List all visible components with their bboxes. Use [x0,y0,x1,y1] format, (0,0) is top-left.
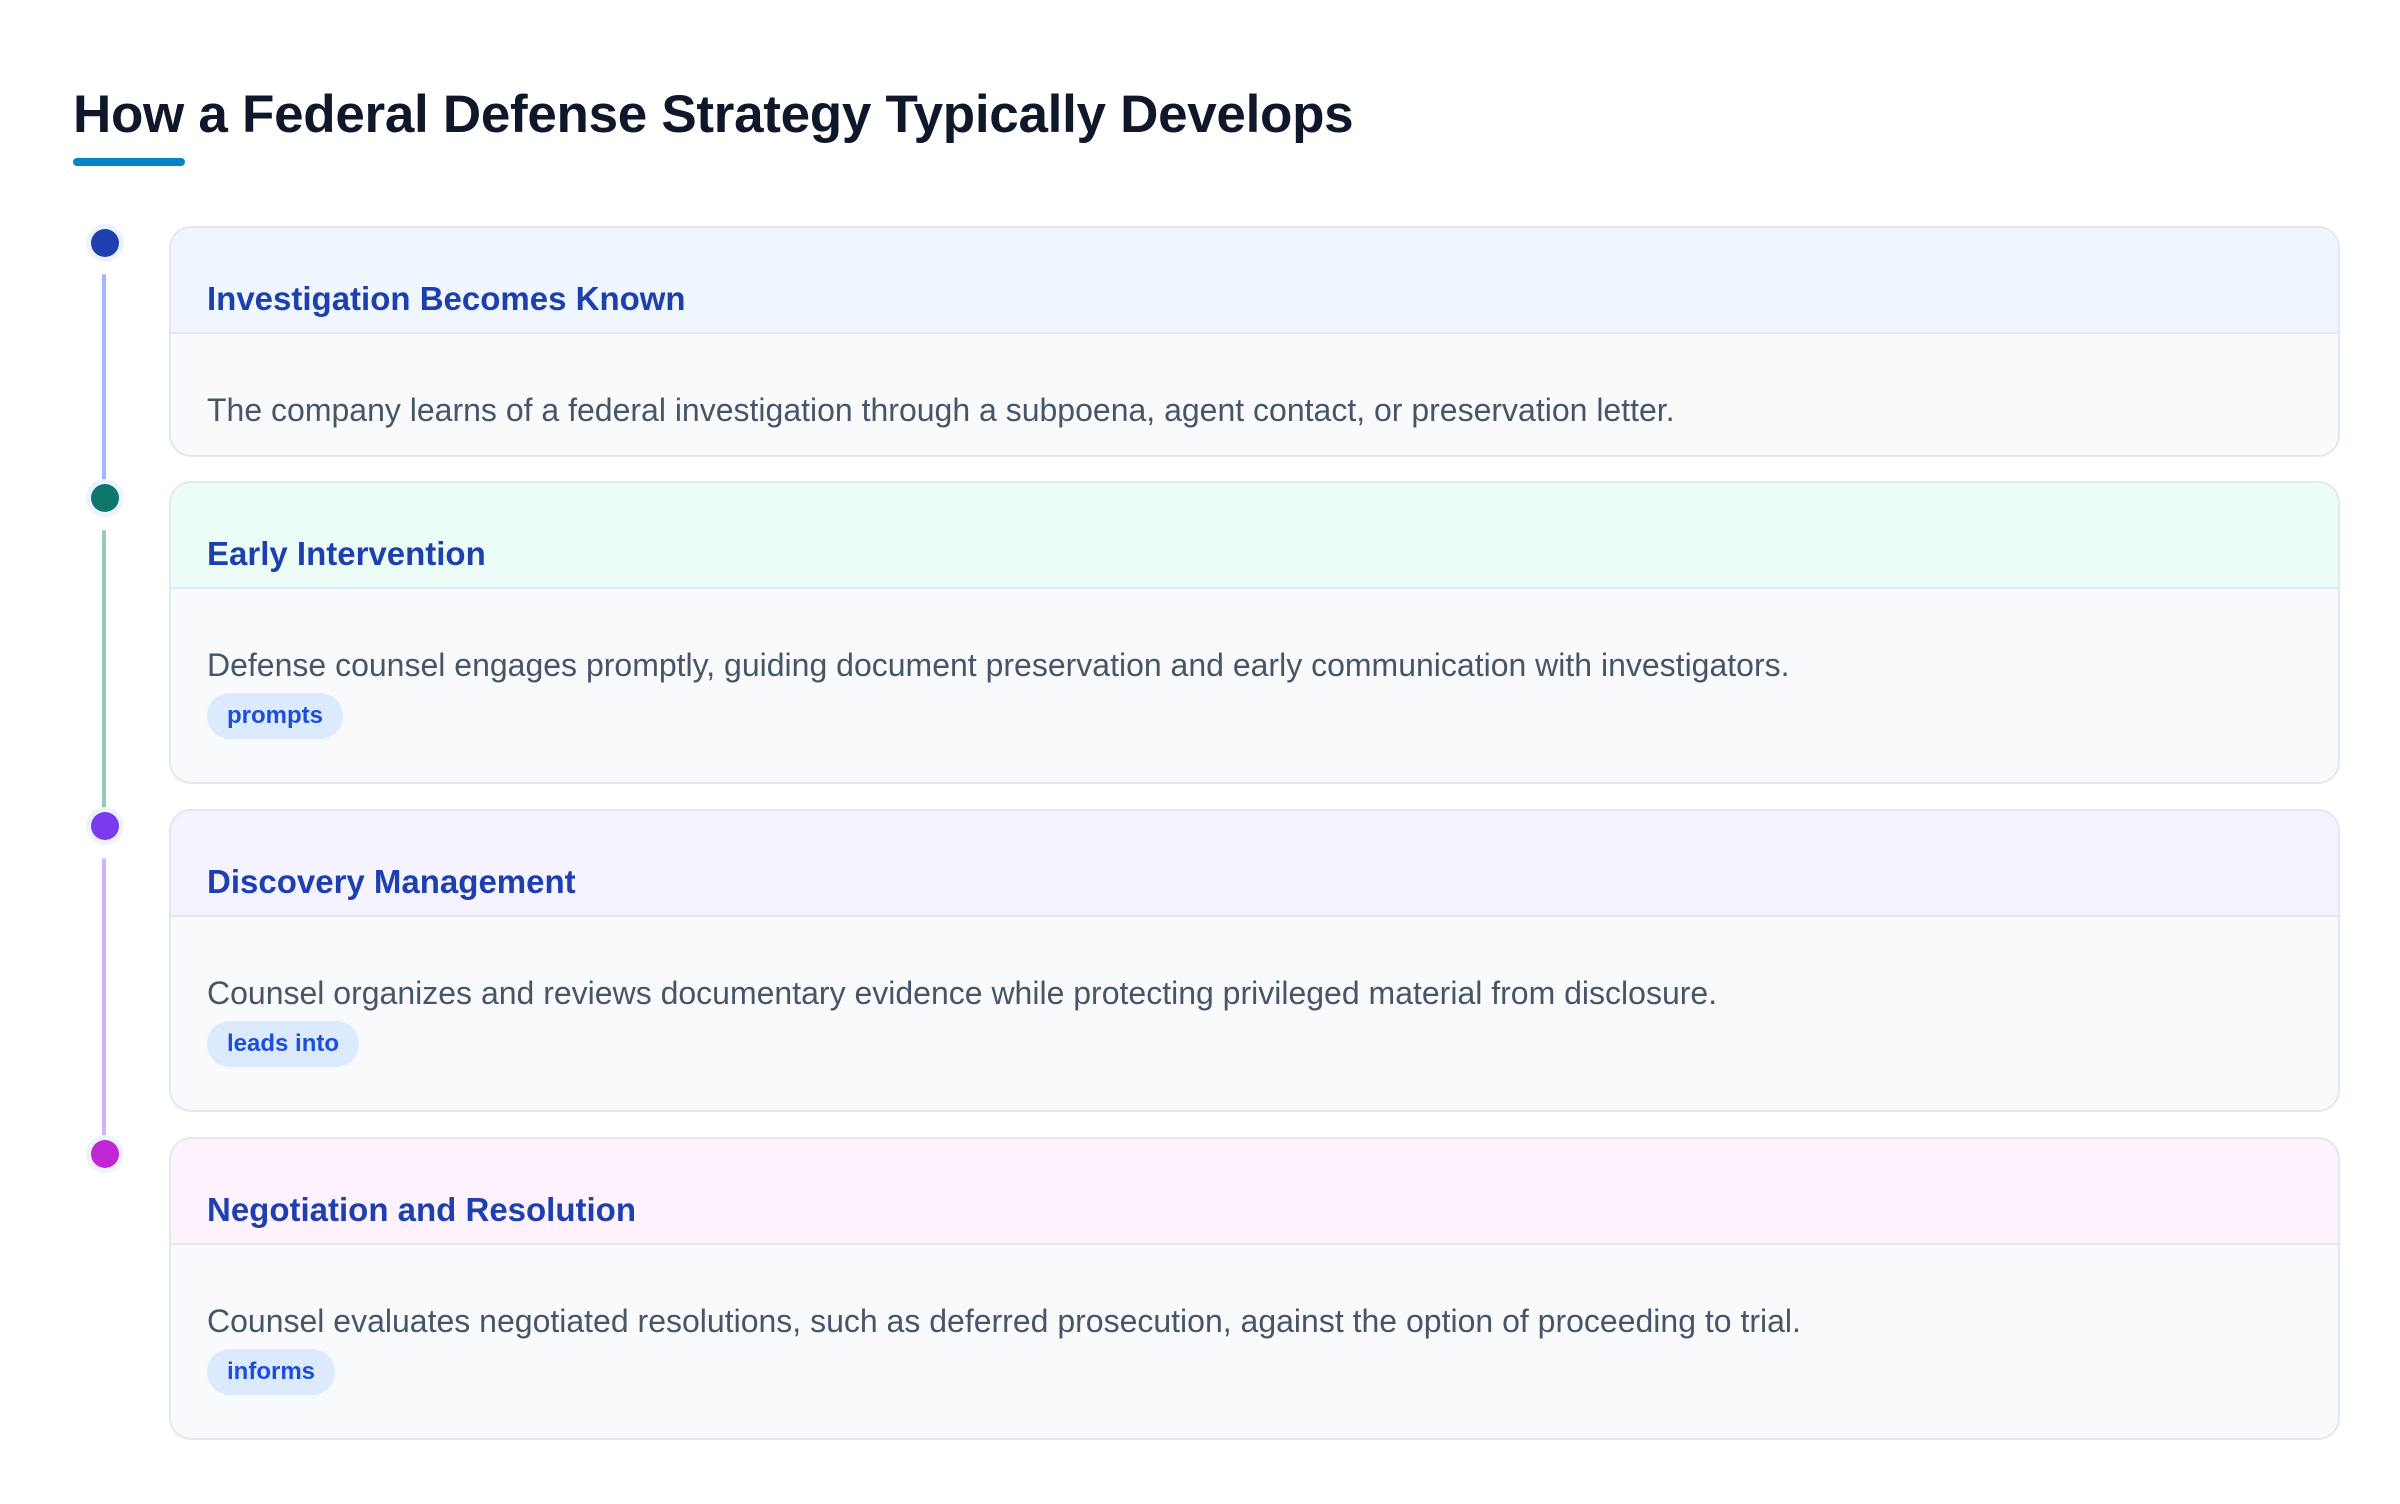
timeline-connector-3 [102,858,106,1140]
step-card-body: Defense counsel engages promptly, guidin… [171,589,2338,739]
step-card-body: Counsel organizes and reviews documentar… [171,917,2338,1067]
step-card-1: Investigation Becomes Known The company … [169,226,2340,457]
step-card-header: Early Intervention [171,483,2338,589]
step-card-4: Negotiation and Resolution Counsel evalu… [169,1137,2340,1440]
timeline: Investigation Becomes Known The company … [0,0,2400,1504]
step-card-2: Early Intervention Defense counsel engag… [169,481,2340,784]
step-card-header: Discovery Management [171,811,2338,917]
timeline-dot-1 [91,229,119,257]
timeline-connector-2 [102,530,106,812]
step-description: Counsel organizes and reviews documentar… [207,975,1718,1011]
timeline-dot-2 [91,484,119,512]
step-card-body: The company learns of a federal investig… [171,334,2338,430]
relationship-tag: informs [207,1349,336,1395]
step-title: Early Intervention [207,535,486,572]
step-title: Discovery Management [207,863,576,900]
timeline-dot-3 [91,812,119,840]
timeline-connector-1 [102,274,106,484]
step-description: The company learns of a federal investig… [207,392,1675,428]
relationship-tag: leads into [207,1021,360,1067]
step-description: Counsel evaluates negotiated resolutions… [207,1303,1801,1339]
step-title: Negotiation and Resolution [207,1191,636,1228]
step-card-header: Investigation Becomes Known [171,228,2338,334]
timeline-dot-4 [91,1140,119,1168]
step-description: Defense counsel engages promptly, guidin… [207,647,1790,683]
step-card-body: Counsel evaluates negotiated resolutions… [171,1245,2338,1395]
relationship-tag: prompts [207,693,343,739]
step-card-3: Discovery Management Counsel organizes a… [169,809,2340,1112]
step-card-header: Negotiation and Resolution [171,1139,2338,1245]
step-title: Investigation Becomes Known [207,280,686,317]
